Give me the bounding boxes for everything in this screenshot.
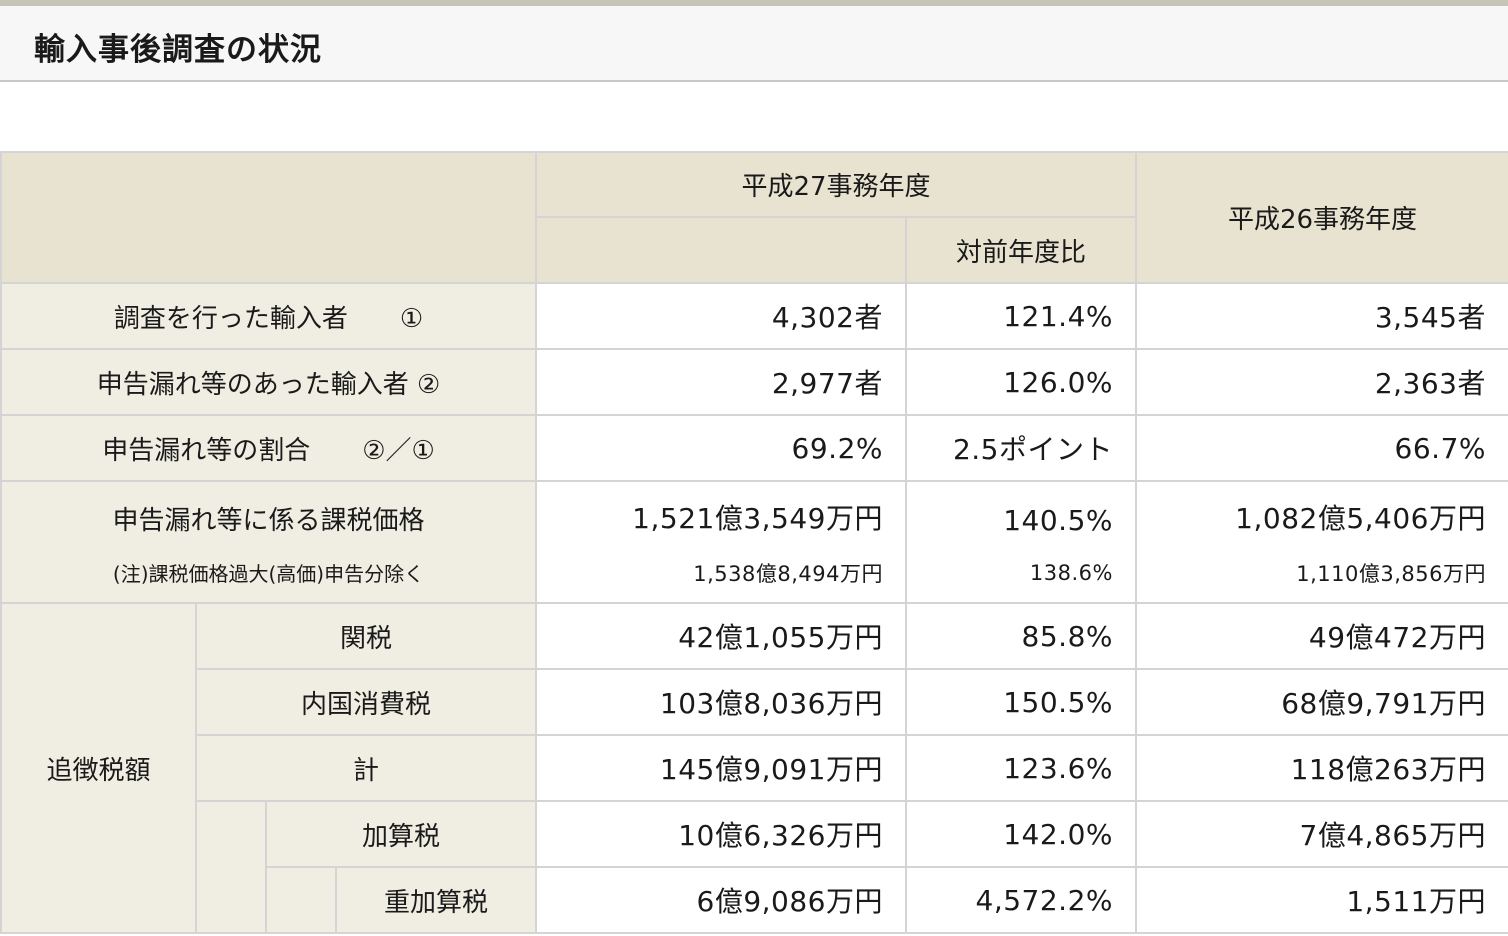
cell-h27: 1,521億3,549万円 [535, 480, 907, 543]
cell-h26: 7億4,865万円 [1135, 800, 1508, 868]
row-label: 調査を行った輸入者 ① [0, 282, 537, 350]
cell-h27: 6億9,086万円 [535, 866, 907, 934]
page-title: 輸入事後調査の状況 [34, 32, 322, 68]
cell-ratio: 121.4% [905, 282, 1137, 350]
header-corner [0, 151, 537, 284]
cell-h27: 42億1,055万円 [535, 602, 907, 670]
cell-h26: 66.7% [1135, 414, 1508, 482]
row-label: 計 [195, 734, 537, 802]
indent-spacer [195, 800, 267, 934]
cell-ratio: 138.6% [905, 543, 1137, 604]
cell-h26: 118億263万円 [1135, 734, 1508, 802]
row-label: 内国消費税 [195, 668, 537, 736]
cell-h27: 1,538億8,494万円 [535, 543, 907, 604]
cell-ratio: 150.5% [905, 668, 1137, 736]
cell-h27: 2,977者 [535, 348, 907, 416]
row-label: 申告漏れ等の割合 ②／① [0, 414, 537, 482]
row-label: 関税 [195, 602, 537, 670]
row-label: 申告漏れ等のあった輸入者 ② [0, 348, 537, 416]
header-h27: 平成27事務年度 [535, 151, 1137, 218]
cell-h26: 2,363者 [1135, 348, 1508, 416]
header-h26: 平成26事務年度 [1135, 151, 1508, 284]
cell-h26: 49億472万円 [1135, 602, 1508, 670]
header-ratio: 対前年度比 [905, 216, 1137, 284]
cell-ratio: 140.5% [905, 480, 1137, 543]
cell-h27: 145億9,091万円 [535, 734, 907, 802]
cell-h26: 1,082億5,406万円 [1135, 480, 1508, 543]
row-label: 重加算税 [335, 866, 537, 934]
row-label: 加算税 [265, 800, 537, 868]
row-note-label: (注)課税価格過大(高価)申告分除く [0, 543, 537, 604]
header-h27-spacer [535, 216, 907, 284]
import-audit-table: 平成27事務年度 平成26事務年度 対前年度比 調査を行った輸入者 ① 4,30… [0, 151, 1508, 934]
cell-h26: 3,545者 [1135, 282, 1508, 350]
page-header: 輸入事後調査の状況 [0, 6, 1508, 82]
indent-spacer [265, 866, 337, 934]
cell-h26: 68億9,791万円 [1135, 668, 1508, 736]
cell-h27: 4,302者 [535, 282, 907, 350]
cell-h27: 10億6,326万円 [535, 800, 907, 868]
cell-ratio: 123.6% [905, 734, 1137, 802]
tax-group-label: 追徴税額 [0, 602, 197, 934]
row-label: 申告漏れ等に係る課税価格 [0, 480, 537, 543]
cell-ratio: 142.0% [905, 800, 1137, 868]
cell-h27: 69.2% [535, 414, 907, 482]
cell-ratio: 126.0% [905, 348, 1137, 416]
cell-h26: 1,110億3,856万円 [1135, 543, 1508, 604]
cell-h27: 103億8,036万円 [535, 668, 907, 736]
cell-ratio: 4,572.2% [905, 866, 1137, 934]
cell-h26: 1,511万円 [1135, 866, 1508, 934]
cell-ratio: 2.5ポイント [905, 414, 1137, 482]
cell-ratio: 85.8% [905, 602, 1137, 670]
